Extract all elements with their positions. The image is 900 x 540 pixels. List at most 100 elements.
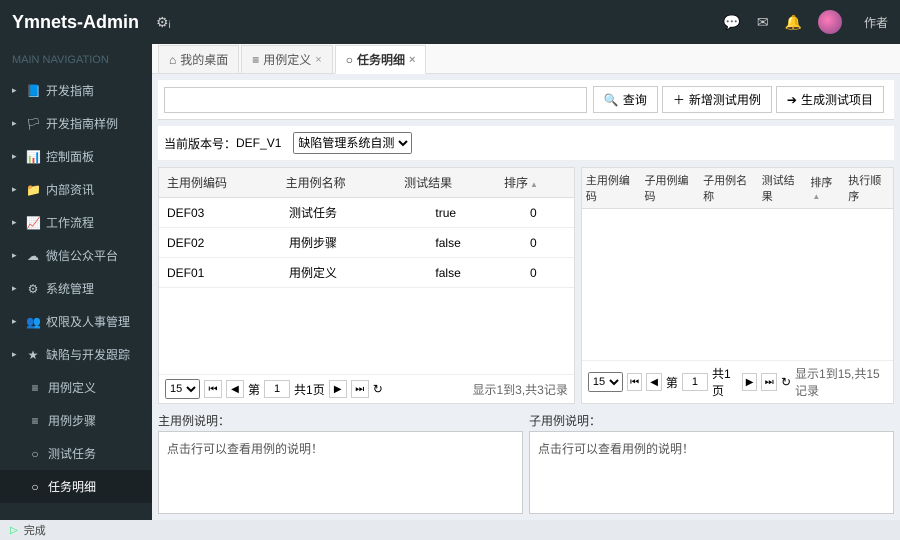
sidebar-item[interactable]: ▸📘开发指南 xyxy=(0,74,152,107)
chevron-right-icon: ▸ xyxy=(12,151,20,162)
sidebar-item[interactable]: ▸📊控制面板 xyxy=(0,140,152,173)
version-bar: 当前版本号： DEF_V1 缺陷管理系统自测 xyxy=(158,126,894,161)
table-row[interactable]: DEF01用例定义false0 xyxy=(159,258,574,288)
next-page-button[interactable]: ▶ xyxy=(329,380,347,398)
sub-grid-header: 主用例编码子用例编码子用例名称测试结果排序▲执行顺序 xyxy=(582,168,893,209)
chevron-right-icon: ▸ xyxy=(12,316,20,327)
status-bar: ▷ 完成 xyxy=(0,520,900,540)
col-sort[interactable]: 排序▲ xyxy=(496,168,574,198)
sidebar: MAIN NAVIGATION ▸📘开发指南▸🏳开发指南样例▸📊控制面板▸📁内部… xyxy=(0,44,152,540)
search-icon: 🔍 xyxy=(604,93,619,107)
col-header[interactable]: 测试结果 xyxy=(758,168,807,209)
sidebar-item[interactable]: ▸📁内部资讯 xyxy=(0,173,152,206)
toolbar: 🔍查询 ＋新增测试用例 ➔生成测试项目 xyxy=(158,80,894,120)
main-grid-header: 主用例编码 主用例名称 测试结果 排序▲ xyxy=(159,168,574,198)
brand-logo: Ymnets-Admin xyxy=(12,12,152,33)
page-size-select[interactable]: 15 xyxy=(588,372,623,392)
sidebar-item[interactable]: ▸★缺陷与开发跟踪 xyxy=(0,338,152,371)
chevron-right-icon: ▸ xyxy=(12,184,20,195)
tab-bar: ⌂我的桌面 ≡用例定义× ○任务明细× xyxy=(152,44,900,74)
sort-icon: ▲ xyxy=(530,180,538,189)
main-grid-panel: 主用例编码 主用例名称 测试结果 排序▲ DEF03测试任务true0DEF02… xyxy=(158,167,575,404)
refresh-icon[interactable]: ↻ xyxy=(373,382,383,396)
mail-icon[interactable]: ✉ xyxy=(757,14,769,31)
sidebar-item[interactable]: ▸☁微信公众平台 xyxy=(0,239,152,272)
close-icon[interactable]: × xyxy=(409,54,415,66)
list-icon: ≡ xyxy=(252,53,259,67)
prev-page-button[interactable]: ◀ xyxy=(646,373,662,391)
chevron-right-icon: ▸ xyxy=(12,217,20,228)
search-button[interactable]: 🔍查询 xyxy=(593,86,658,113)
tab-task-detail[interactable]: ○任务明细× xyxy=(335,45,427,74)
status-text: 完成 xyxy=(24,522,46,538)
col-header[interactable]: 排序▲ xyxy=(806,168,844,209)
chevron-right-icon: ▸ xyxy=(12,250,20,261)
sub-desc-box: 子用例说明： 点击行可以查看用例的说明！ xyxy=(529,410,894,514)
plus-icon: ＋ xyxy=(673,91,685,108)
sidebar-item[interactable]: ▸📈工作流程 xyxy=(0,206,152,239)
table-row[interactable]: DEF03测试任务true0 xyxy=(159,198,574,228)
main-area: ⌂我的桌面 ≡用例定义× ○任务明细× 🔍查询 ＋新增测试用例 ➔生成测试项目 … xyxy=(152,44,900,520)
tab-usecase-def[interactable]: ≡用例定义× xyxy=(241,45,332,73)
generate-button[interactable]: ➔生成测试项目 xyxy=(776,86,884,113)
version-label: 当前版本号： xyxy=(164,135,236,152)
sub-desc-textarea[interactable]: 点击行可以查看用例的说明！ xyxy=(529,431,894,514)
sub-desc-label: 子用例说明： xyxy=(529,410,894,431)
col-header[interactable]: 子用例名称 xyxy=(699,168,758,209)
chevron-right-icon: ▸ xyxy=(12,283,20,294)
page-input[interactable] xyxy=(264,380,290,398)
add-button[interactable]: ＋新增测试用例 xyxy=(662,86,772,113)
sidebar-item[interactable]: ▸🏳开发指南样例 xyxy=(0,107,152,140)
sidebar-item[interactable]: ▸⚙系统管理 xyxy=(0,272,152,305)
col-header[interactable]: 主用例编码 xyxy=(582,168,641,209)
main-desc-label: 主用例说明： xyxy=(158,410,523,431)
sort-icon: ▲ xyxy=(812,192,820,201)
play-icon: ▷ xyxy=(10,525,18,536)
pager-info: 显示1到15,共15记录 xyxy=(795,365,887,399)
main-desc-box: 主用例说明： 点击行可以查看用例的说明！ xyxy=(158,410,523,514)
sidebar-subitem[interactable]: ≡用例定义 xyxy=(0,371,152,404)
version-select[interactable]: 缺陷管理系统自测 xyxy=(293,132,412,154)
nav-heading: MAIN NAVIGATION xyxy=(0,44,152,74)
bell-icon[interactable]: 🔔 xyxy=(785,14,802,31)
sidebar-subitem[interactable]: ○测试任务 xyxy=(0,437,152,470)
col-main-name[interactable]: 主用例名称 xyxy=(278,168,397,198)
user-name: 作者 xyxy=(864,14,888,31)
version-code: DEF_V1 xyxy=(236,136,281,150)
sub-grid-panel: 主用例编码子用例编码子用例名称测试结果排序▲执行顺序 15 ⏮ ◀ 第 共1页 … xyxy=(581,167,894,404)
chevron-right-icon: ▸ xyxy=(12,118,20,129)
gear-icon[interactable]: ⚙ᵢ xyxy=(156,14,171,31)
next-page-button[interactable]: ▶ xyxy=(742,373,758,391)
last-page-button[interactable]: ⏭ xyxy=(761,373,777,391)
pager-info: 显示1到3,共3记录 xyxy=(473,381,568,398)
avatar[interactable] xyxy=(818,10,842,34)
col-header[interactable]: 子用例编码 xyxy=(640,168,699,209)
table-row[interactable]: DEF02用例步骤false0 xyxy=(159,228,574,258)
first-page-button[interactable]: ⏮ xyxy=(204,380,222,398)
first-page-button[interactable]: ⏮ xyxy=(627,373,643,391)
last-page-button[interactable]: ⏭ xyxy=(351,380,369,398)
col-main-code[interactable]: 主用例编码 xyxy=(159,168,278,198)
tab-desktop[interactable]: ⌂我的桌面 xyxy=(158,45,239,73)
circle-icon: ○ xyxy=(346,53,353,67)
sidebar-subitem[interactable]: ≡用例步骤 xyxy=(0,404,152,437)
col-result[interactable]: 测试结果 xyxy=(396,168,496,198)
refresh-icon[interactable]: ↻ xyxy=(781,375,791,389)
prev-page-button[interactable]: ◀ xyxy=(226,380,244,398)
search-input[interactable] xyxy=(164,87,587,113)
app-header: Ymnets-Admin ⚙ᵢ 💬 ✉ 🔔 作者 xyxy=(0,0,900,44)
sub-pager: 15 ⏮ ◀ 第 共1页 ▶ ⏭ ↻ 显示1到15,共15记录 xyxy=(582,360,893,403)
page-input[interactable] xyxy=(682,373,708,391)
arrow-icon: ➔ xyxy=(787,93,797,107)
home-icon: ⌂ xyxy=(169,53,176,67)
sidebar-item[interactable]: ▸👥权限及人事管理 xyxy=(0,305,152,338)
chat-icon[interactable]: 💬 xyxy=(723,14,740,31)
close-icon[interactable]: × xyxy=(315,54,321,66)
page-size-select[interactable]: 15 xyxy=(165,379,200,399)
col-header[interactable]: 执行顺序 xyxy=(844,168,893,209)
chevron-right-icon: ▸ xyxy=(12,85,20,96)
main-pager: 15 ⏮ ◀ 第 共1页 ▶ ⏭ ↻ 显示1到3,共3记录 xyxy=(159,374,574,403)
chevron-right-icon: ▸ xyxy=(12,349,20,360)
sidebar-subitem[interactable]: ○任务明细 xyxy=(0,470,152,503)
main-desc-textarea[interactable]: 点击行可以查看用例的说明！ xyxy=(158,431,523,514)
